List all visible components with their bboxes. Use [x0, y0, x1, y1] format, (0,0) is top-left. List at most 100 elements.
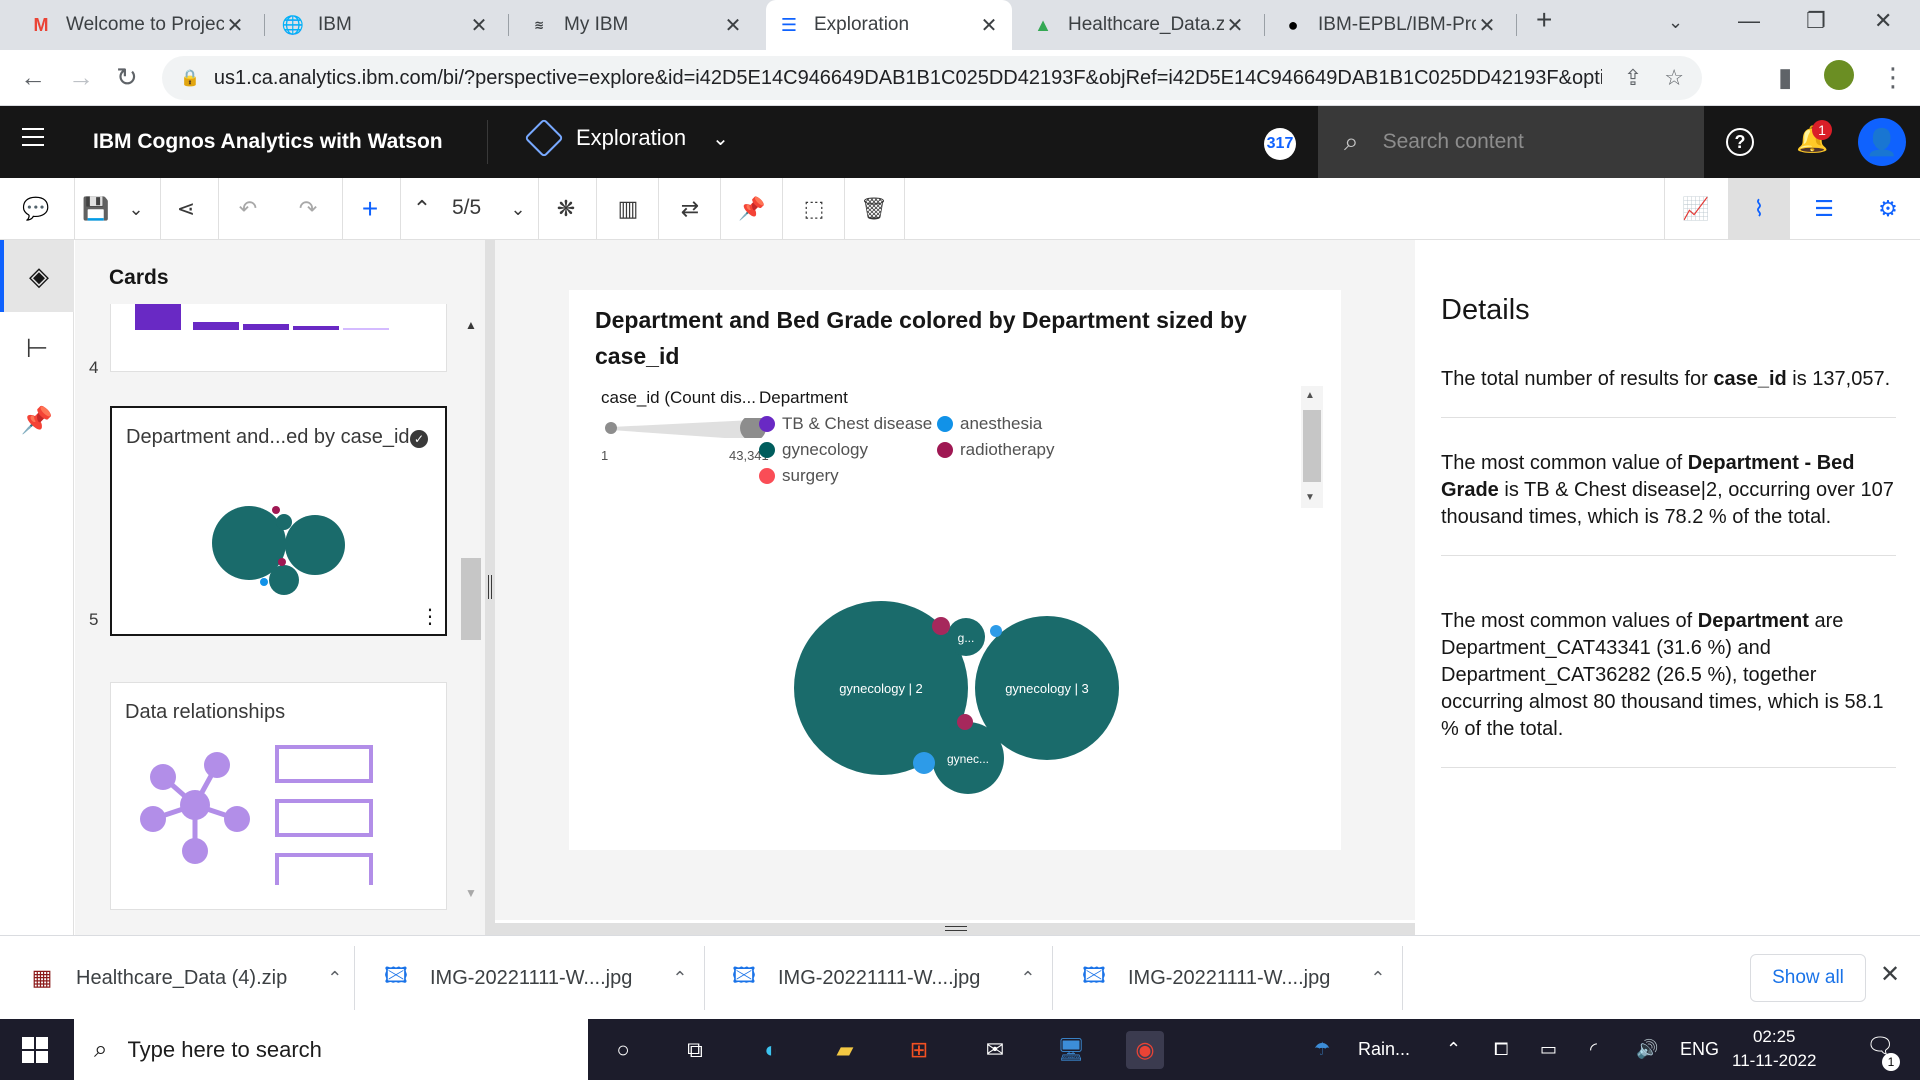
close-tab-icon[interactable]: ✕ — [468, 13, 490, 38]
legend-scrollbar[interactable]: ▲ ▼ — [1301, 386, 1323, 508]
browser-tab-google-drive[interactable]: ▲ Healthcare_Data.zip ✕ — [1020, 0, 1258, 50]
chevron-up-icon[interactable]: ⌃ — [672, 968, 687, 989]
minimize-window-button[interactable]: — — [1738, 8, 1760, 34]
insights-icon[interactable]: ⌇ — [1728, 178, 1790, 240]
microsoft-store-icon[interactable]: ⊞ — [900, 1031, 938, 1069]
side-panel-icon[interactable]: ▮ — [1778, 62, 1792, 93]
bookmark-star-icon[interactable]: ☆ — [1664, 65, 1684, 91]
splitter-grip-icon[interactable] — [945, 926, 967, 931]
save-options-chevron-icon[interactable]: ⌄ — [112, 178, 160, 240]
swap-data-icon[interactable]: ⇄ — [666, 178, 714, 240]
card-5-thumbnail[interactable]: Department and...ed by case_id ✓ ⋮ — [110, 406, 447, 636]
scrollbar-thumb[interactable] — [1303, 410, 1321, 482]
browser-tab-my-ibm[interactable]: ≋ My IBM ✕ — [516, 0, 756, 50]
close-downloads-bar-icon[interactable]: ✕ — [1880, 960, 1900, 989]
pin-icon[interactable]: 📌 — [728, 178, 776, 240]
taskbar-search-box[interactable]: ⌕ Type here to search — [74, 1019, 588, 1080]
card-4-thumbnail[interactable] — [110, 304, 447, 372]
volume-icon[interactable]: 🔊 — [1636, 1039, 1658, 1060]
bubble-radiotherapy-small-4[interactable] — [932, 617, 950, 635]
panel-splitter[interactable] — [485, 240, 495, 935]
user-count-badge[interactable]: 317 — [1264, 128, 1296, 160]
legend-item-tb-chest-disease[interactable]: TB & Chest disease — [759, 414, 932, 434]
visualization-card[interactable]: Department and Bed Grade colored by Depa… — [569, 290, 1341, 850]
download-item[interactable]: 🖾 IMG-20221111-W....jpg ⌃ — [1080, 936, 1385, 1020]
cards-scrollbar[interactable]: ▲ ▼ — [461, 318, 481, 908]
meet-now-icon[interactable]: ⧠ — [1494, 1039, 1508, 1060]
legend-item-radiotherapy[interactable]: radiotherapy — [937, 440, 1055, 460]
close-tab-icon[interactable]: ✕ — [722, 13, 744, 38]
scroll-down-icon[interactable]: ▼ — [1305, 492, 1315, 503]
help-icon[interactable]: ? — [1726, 128, 1754, 156]
download-item[interactable]: ▦ Healthcare_Data (4).zip ⌃ — [28, 936, 343, 1020]
add-card-button[interactable]: + — [346, 178, 394, 240]
share-icon[interactable]: ⋖ — [162, 178, 210, 240]
remote-desktop-icon[interactable]: 🖥 — [1052, 1031, 1090, 1069]
language-indicator[interactable]: ENG — [1680, 1039, 1719, 1060]
new-tab-button[interactable]: + — [1536, 4, 1552, 36]
taskbar-clock[interactable]: 02:25 11-11-2022 — [1732, 1025, 1816, 1073]
weather-text[interactable]: Rain... — [1358, 1039, 1410, 1060]
weather-icon[interactable]: ☂ — [1314, 1039, 1330, 1060]
edge-browser-icon[interactable]: ◐ — [752, 1031, 790, 1069]
search-input[interactable] — [1382, 130, 1683, 154]
comment-icon[interactable]: 💬 — [12, 178, 60, 240]
cards-panel-icon[interactable]: ◈ — [0, 240, 74, 312]
cortana-icon[interactable]: ○ — [604, 1031, 642, 1069]
data-relationships-card[interactable]: Data relationships — [110, 682, 447, 910]
mail-icon[interactable]: ✉ — [976, 1031, 1014, 1069]
tab-search-icon[interactable]: ⌄ — [1668, 12, 1683, 33]
legend-item-surgery[interactable]: surgery — [759, 466, 839, 486]
show-hidden-icons-chevron-up-icon[interactable]: ⌃ — [1446, 1039, 1461, 1060]
bubble-anesthesia-small-6[interactable] — [913, 752, 935, 774]
chevron-up-icon[interactable]: ⌃ — [327, 968, 342, 989]
scrollbar-thumb[interactable] — [461, 558, 481, 640]
chevron-up-icon[interactable]: ⌃ — [1020, 968, 1035, 989]
visualization-type-icon[interactable]: ▥ — [604, 178, 652, 240]
legend-item-gynecology[interactable]: gynecology — [759, 440, 868, 460]
user-avatar-icon[interactable]: 👤 — [1858, 118, 1906, 166]
browser-tab-exploration[interactable]: ☰ Exploration ✕ — [766, 0, 1012, 50]
undo-icon[interactable]: ↶ — [224, 178, 272, 240]
hamburger-menu-icon[interactable] — [22, 128, 44, 152]
fields-icon[interactable]: ☰ — [1800, 178, 1848, 240]
download-item[interactable]: 🖾 IMG-20221111-W....jpg ⌃ — [730, 936, 1035, 1020]
properties-icon[interactable]: ⚙ — [1864, 178, 1912, 240]
legend-item-anesthesia[interactable]: anesthesia — [937, 414, 1042, 434]
browser-menu-icon[interactable]: ⋮ — [1880, 62, 1906, 93]
next-card-chevron-down-icon[interactable]: ⌄ — [494, 178, 542, 240]
chrome-icon[interactable]: ◉ — [1126, 1031, 1164, 1069]
focus-select-icon[interactable]: ⬚ — [790, 178, 838, 240]
related-visualizations-icon[interactable]: ❋ — [542, 178, 590, 240]
browser-tab-ibm[interactable]: 🌐 IBM ✕ — [270, 0, 502, 50]
close-window-button[interactable]: ✕ — [1874, 8, 1892, 34]
profile-avatar[interactable] — [1824, 60, 1854, 90]
forecast-icon[interactable]: 📈 — [1672, 178, 1720, 240]
browser-tab-gmail[interactable]: M Welcome to Project ✕ — [18, 0, 258, 50]
forward-button[interactable]: → — [68, 62, 94, 93]
delete-icon[interactable]: 🗑 — [850, 178, 898, 240]
pinned-items-icon[interactable]: 📌 — [0, 384, 74, 456]
chevron-up-icon[interactable]: ⌃ — [1370, 968, 1385, 989]
file-explorer-icon[interactable]: ▰ — [826, 1031, 864, 1069]
scroll-up-icon[interactable]: ▲ — [465, 318, 477, 332]
show-all-downloads-button[interactable]: Show all — [1750, 954, 1866, 1002]
close-tab-icon[interactable]: ✕ — [978, 13, 1000, 38]
close-tab-icon[interactable]: ✕ — [1224, 13, 1246, 38]
wifi-icon[interactable]: ◜ — [1590, 1039, 1597, 1060]
bubble-radiotherapy-small-7[interactable] — [957, 714, 973, 730]
search-content-box[interactable]: ⌕ — [1318, 106, 1704, 178]
back-button[interactable]: ← — [20, 62, 46, 93]
reload-button[interactable]: ↻ — [116, 62, 138, 93]
scroll-down-icon[interactable]: ▼ — [465, 886, 477, 900]
redo-icon[interactable]: ↷ — [284, 178, 332, 240]
share-icon[interactable]: ⇪ — [1624, 65, 1642, 91]
close-tab-icon[interactable]: ✕ — [224, 13, 246, 38]
browser-tab-github[interactable]: ● IBM-EPBL/IBM-Proj ✕ — [1270, 0, 1510, 50]
windows-start-icon[interactable] — [22, 1037, 48, 1063]
canvas-horizontal-splitter[interactable] — [495, 923, 1415, 935]
lock-icon[interactable]: 🔒 — [180, 68, 200, 88]
previous-card-chevron-up-icon[interactable]: ⌃ — [398, 178, 446, 240]
perspective-switcher[interactable]: Exploration ⌄ — [524, 118, 729, 158]
restore-window-button[interactable]: ❐ — [1806, 8, 1826, 34]
